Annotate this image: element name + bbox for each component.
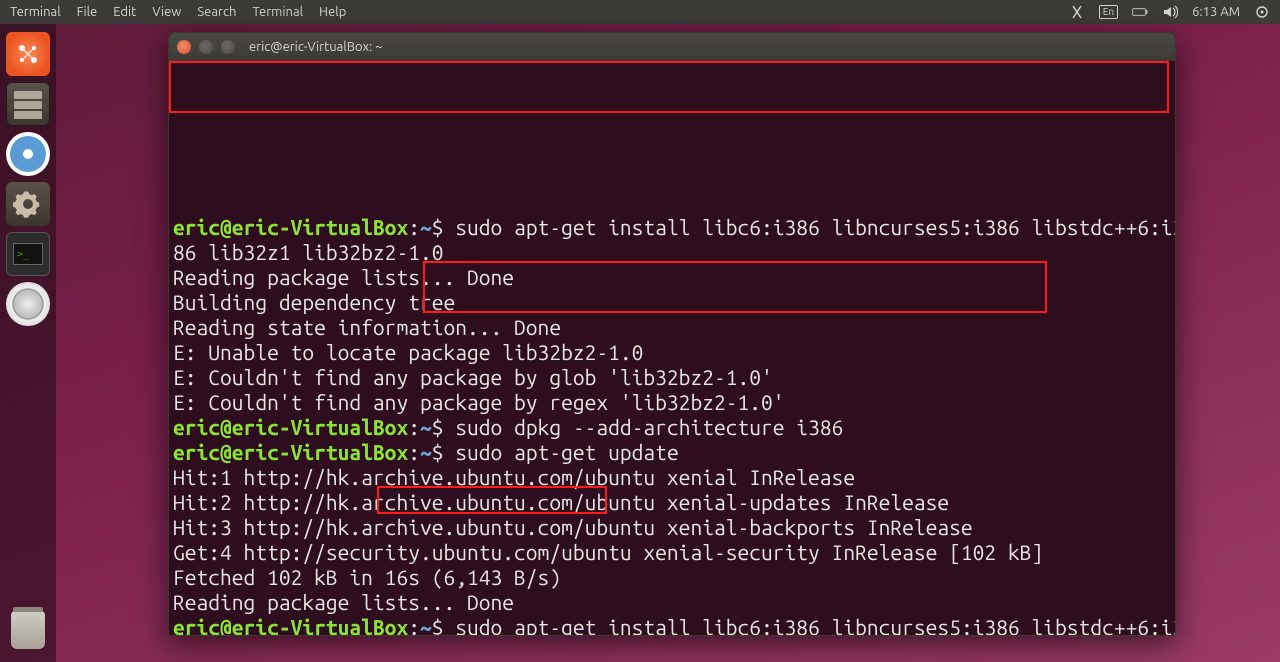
window-maximize-button[interactable] bbox=[221, 40, 235, 54]
terminal-command-wrap: 86 lib32z1 lib32bz2-1.0 bbox=[173, 240, 1175, 265]
terminal-window: eric@eric-VirtualBox: ~ eric@eric-Virtua… bbox=[168, 32, 1176, 636]
sound-indicator-icon[interactable] bbox=[1162, 4, 1178, 20]
menu-terminal-app[interactable]: Terminal bbox=[10, 5, 61, 19]
terminal-icon[interactable]: >_ bbox=[6, 232, 50, 276]
unity-launcher: >_ bbox=[0, 24, 56, 662]
disc-icon[interactable] bbox=[6, 282, 50, 326]
terminal-output-line: E: Couldn't find any package by regex 'l… bbox=[173, 390, 1175, 415]
system-settings-icon[interactable] bbox=[6, 182, 50, 226]
terminal-output-line: Get:4 http://security.ubuntu.com/ubuntu … bbox=[173, 540, 1175, 565]
terminal-output-line: Reading package lists... Done bbox=[173, 590, 1175, 615]
menubar-right: En 6:13 AM bbox=[1069, 4, 1270, 20]
chromium-icon[interactable] bbox=[6, 132, 50, 176]
terminal-output-line: E: Unable to locate package lib32bz2-1.0 bbox=[173, 340, 1175, 365]
menu-terminal[interactable]: Terminal bbox=[252, 5, 303, 19]
menu-view[interactable]: View bbox=[152, 5, 181, 19]
menu-file[interactable]: File bbox=[77, 5, 98, 19]
clock[interactable]: 6:13 AM bbox=[1192, 5, 1240, 19]
battery-indicator-icon[interactable] bbox=[1132, 4, 1148, 20]
menu-edit[interactable]: Edit bbox=[113, 5, 136, 19]
keyboard-layout-indicator[interactable]: En bbox=[1099, 5, 1118, 19]
highlight-box bbox=[169, 61, 1169, 113]
terminal-output-line: Reading state information... Done bbox=[173, 315, 1175, 340]
terminal-body[interactable]: eric@eric-VirtualBox:~$ sudo apt-get ins… bbox=[169, 61, 1175, 636]
terminal-output-line: Building dependency tree bbox=[173, 290, 1175, 315]
window-close-button[interactable] bbox=[177, 40, 191, 54]
menu-search[interactable]: Search bbox=[197, 5, 236, 19]
files-icon[interactable] bbox=[6, 82, 50, 126]
session-indicator-icon[interactable] bbox=[1254, 4, 1270, 20]
window-titlebar[interactable]: eric@eric-VirtualBox: ~ bbox=[169, 33, 1175, 61]
terminal-output-line: Hit:2 http://hk.archive.ubuntu.com/ubunt… bbox=[173, 490, 1175, 515]
dash-icon[interactable] bbox=[6, 32, 50, 76]
terminal-output-line: Hit:3 http://hk.archive.ubuntu.com/ubunt… bbox=[173, 515, 1175, 540]
terminal-command-line: eric@eric-VirtualBox:~$ sudo apt-get ins… bbox=[173, 615, 1175, 636]
terminal-output-line: Fetched 102 kB in 16s (6,143 B/s) bbox=[173, 565, 1175, 590]
terminal-command-line: eric@eric-VirtualBox:~$ sudo dpkg --add-… bbox=[173, 415, 1175, 440]
top-menubar: Terminal File Edit View Search Terminal … bbox=[0, 0, 1280, 24]
network-indicator-icon[interactable] bbox=[1069, 4, 1085, 20]
terminal-command-line: eric@eric-VirtualBox:~$ sudo apt-get ins… bbox=[173, 215, 1175, 240]
terminal-command-line: eric@eric-VirtualBox:~$ sudo apt-get upd… bbox=[173, 440, 1175, 465]
menu-help[interactable]: Help bbox=[319, 5, 346, 19]
terminal-output-line: Reading package lists... Done bbox=[173, 265, 1175, 290]
menubar-left: Terminal File Edit View Search Terminal … bbox=[10, 5, 346, 19]
window-minimize-button[interactable] bbox=[199, 40, 213, 54]
window-title: eric@eric-VirtualBox: ~ bbox=[249, 40, 383, 54]
terminal-output-line: E: Couldn't find any package by glob 'li… bbox=[173, 365, 1175, 390]
terminal-output-line: Hit:1 http://hk.archive.ubuntu.com/ubunt… bbox=[173, 465, 1175, 490]
trash-icon[interactable] bbox=[6, 608, 50, 652]
